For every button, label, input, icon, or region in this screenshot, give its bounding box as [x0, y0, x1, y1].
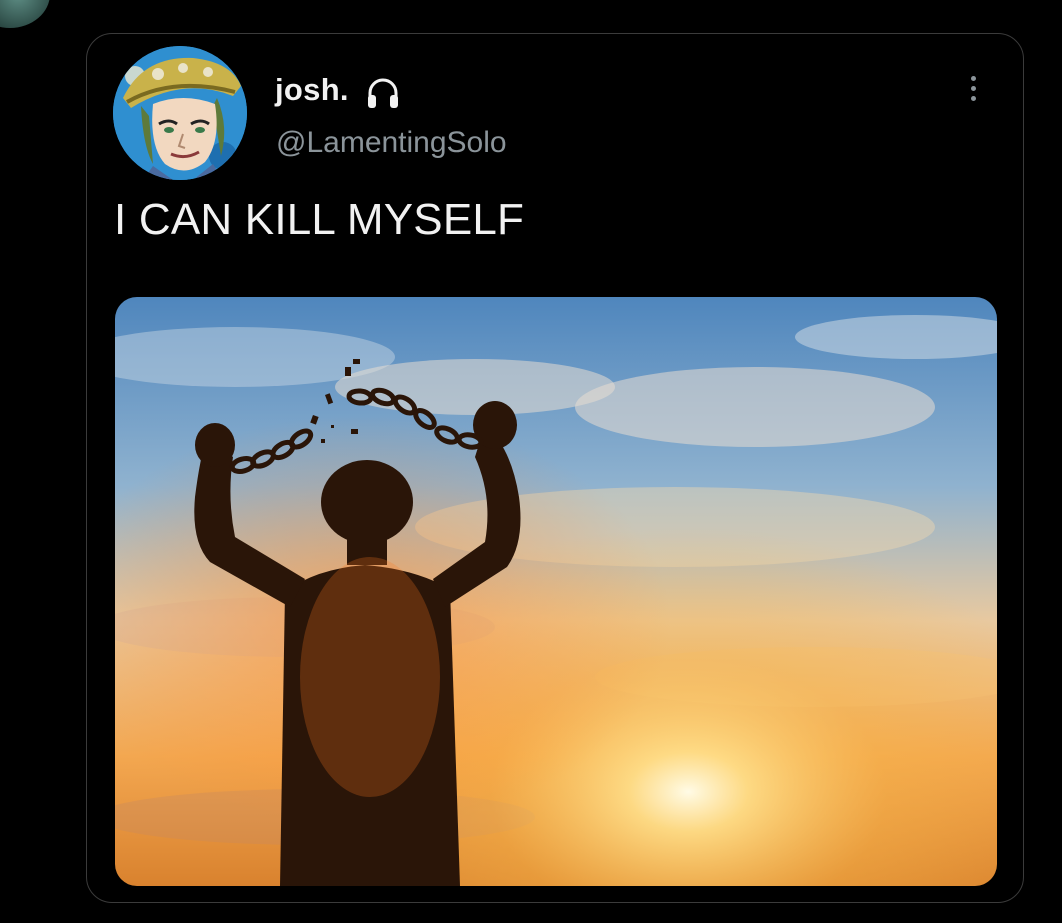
headphones-icon [365, 76, 401, 110]
partial-avatar-top-left [0, 0, 50, 28]
display-name[interactable]: josh. [275, 72, 349, 108]
tweet-text: I CAN KILL MYSELF [114, 195, 525, 244]
tweet-media-image[interactable] [115, 297, 997, 886]
more-options-icon-dot [970, 95, 976, 101]
more-options-icon-dot [970, 75, 976, 81]
user-handle[interactable]: @LamentingSolo [276, 125, 507, 161]
more-options-button[interactable] [960, 68, 986, 108]
sunset-silhouette-photo [115, 297, 997, 886]
profile-avatar[interactable] [113, 46, 247, 180]
avatar-illustration [113, 46, 247, 180]
more-options-icon-dot [970, 85, 976, 91]
